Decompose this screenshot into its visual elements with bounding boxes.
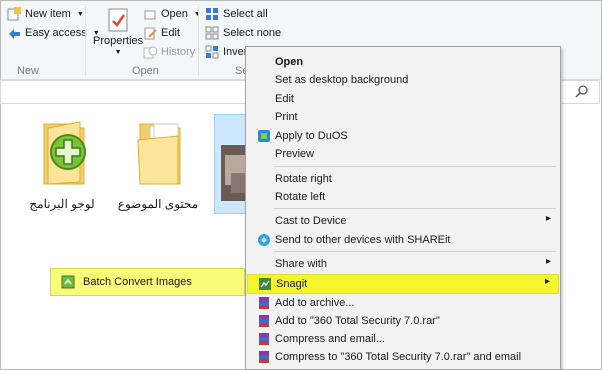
properties-icon [108, 8, 128, 32]
file-item[interactable]: محتوى الموضوع [112, 118, 204, 211]
menu-item-compress-to-rar-email[interactable]: Compress to "360 Total Security 7.0.rar"… [247, 348, 559, 366]
select-none-icon [205, 26, 219, 40]
divider [85, 6, 86, 76]
menu-item-add-to-rar[interactable]: Add to "360 Total Security 7.0.rar" [247, 312, 559, 330]
divider [198, 6, 199, 76]
file-caption: محتوى الموضوع [117, 197, 199, 211]
history-icon [143, 46, 157, 59]
menu-item-cast-to-device[interactable]: Cast to Device ▸ [247, 212, 559, 230]
open-group-label: Open [132, 65, 159, 77]
batch-convert-images-item[interactable]: Batch Convert Images [83, 276, 192, 288]
new-item-icon [7, 7, 21, 21]
winrar-icon [259, 333, 269, 345]
context-menu: Open Set as desktop background Edit Prin… [245, 46, 561, 370]
menu-item-rotate-left[interactable]: Rotate left [247, 188, 559, 206]
open-button[interactable]: Open▼ [143, 7, 201, 21]
menu-item-snagit[interactable]: Snagit ▸ [247, 274, 559, 294]
select-all-icon [206, 8, 218, 20]
easy-access-icon [9, 29, 20, 39]
properties-button[interactable]: Properties ▼ [93, 7, 143, 56]
select-all-button[interactable]: Select all [205, 7, 268, 21]
shareit-icon [258, 234, 270, 246]
menu-item-send-shareit[interactable]: Send to other devices with SHAREit [247, 231, 559, 249]
snagit-icon [259, 278, 271, 290]
menu-separator [274, 208, 556, 209]
submenu-arrow-icon: ▸ [545, 256, 551, 267]
new-item-button[interactable]: New item ▼ [7, 7, 84, 21]
search-icon[interactable] [574, 84, 590, 100]
menu-item-rotate-right[interactable]: Rotate right [247, 170, 559, 188]
edit-button[interactable]: Edit [143, 26, 180, 40]
batch-convert-icon [61, 275, 75, 289]
menu-item-add-to-archive[interactable]: Add to archive... [247, 294, 559, 312]
new-group-label: New [17, 65, 40, 77]
history-button[interactable]: History [143, 45, 195, 59]
open-icon [144, 10, 156, 20]
menu-separator [274, 166, 556, 167]
menu-item-open[interactable]: Open [247, 53, 559, 71]
menu-item-set-desktop-background[interactable]: Set as desktop background [247, 71, 559, 89]
winrar-icon [259, 315, 269, 327]
menu-item-edit[interactable]: Edit [247, 90, 559, 108]
winrar-icon [259, 351, 269, 363]
submenu-arrow-icon: ▸ [545, 213, 551, 224]
invert-selection-button[interactable]: Invert [205, 45, 251, 59]
folder-icon [43, 121, 86, 185]
menu-separator [274, 251, 556, 252]
menu-item-share-with[interactable]: Share with ▸ [247, 255, 559, 273]
file-item[interactable]: لوجو البرنامج [16, 118, 108, 211]
snagit-submenu: Batch Convert Images [50, 268, 245, 296]
menu-item-apply-to-duos[interactable]: Apply to DuOS [247, 127, 559, 145]
submenu-arrow-icon: ▸ [544, 276, 550, 287]
select-none-button[interactable]: Select none [205, 26, 281, 40]
menu-item-print[interactable]: Print [247, 108, 559, 126]
winrar-icon [259, 297, 269, 309]
duos-icon [258, 130, 270, 142]
menu-item-compress-and-email[interactable]: Compress and email... [247, 330, 559, 348]
edit-icon [144, 27, 157, 40]
folder-icon [137, 123, 181, 185]
invert-selection-icon [205, 45, 219, 59]
menu-item-preview[interactable]: Preview [247, 145, 559, 163]
file-caption: لوجو البرنامج [29, 197, 95, 211]
